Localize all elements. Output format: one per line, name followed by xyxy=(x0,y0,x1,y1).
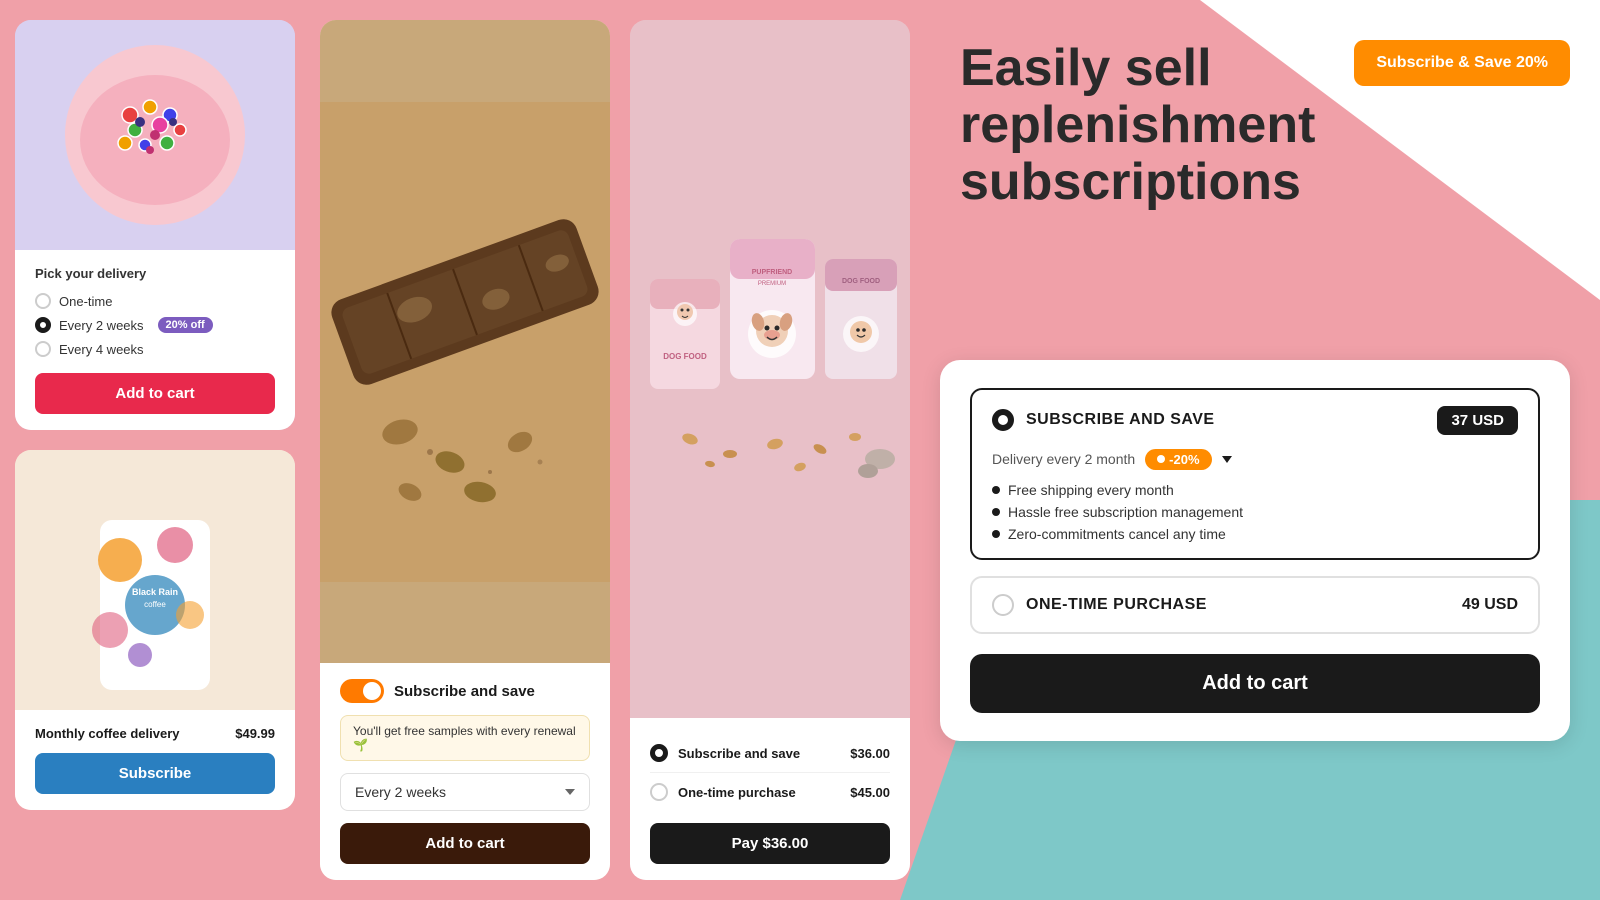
benefit-item-2: Hassle free subscription management xyxy=(992,504,1518,520)
benefit-item-3: Zero-commitments cancel any time xyxy=(992,526,1518,542)
dog-subscribe-label: Subscribe and save xyxy=(678,746,800,761)
hero-title: Easily sell replenishment subscriptions xyxy=(960,40,1400,212)
coffee-subscribe-button[interactable]: Subscribe xyxy=(35,753,275,794)
frequency-label: Every 2 weeks xyxy=(355,784,446,800)
dog-subscribe-radio xyxy=(650,744,668,762)
cereal-product-image xyxy=(15,20,295,250)
dog-food-product-image: DOG FOOD PUPFRIEND PREMIUM xyxy=(630,20,910,718)
dog-pay-button[interactable]: Pay $36.00 xyxy=(650,823,890,864)
card-dog-food: DOG FOOD PUPFRIEND PREMIUM xyxy=(630,20,910,880)
widget-onetime-price: 49 USD xyxy=(1462,596,1518,614)
benefit-dot-1 xyxy=(992,486,1000,494)
right-column: Easily sell replenishment subscriptions … xyxy=(920,0,1600,900)
benefits-list: Free shipping every month Hassle free su… xyxy=(992,482,1518,542)
subscribe-toggle[interactable] xyxy=(340,679,384,703)
widget-subscribe-price: 37 USD xyxy=(1437,406,1518,435)
dog-subscribe-option-left: Subscribe and save xyxy=(650,744,800,762)
coffee-product-image: Black Rain coffee xyxy=(15,450,295,710)
widget-onetime-left: ONE-TIME PURCHASE xyxy=(992,594,1207,616)
cereal-bowl-illustration xyxy=(55,35,255,235)
coffee-product-price: $49.99 xyxy=(235,726,275,741)
dog-food-illustration: DOG FOOD PUPFRIEND PREMIUM xyxy=(630,159,910,579)
svg-text:DOG FOOD: DOG FOOD xyxy=(663,352,707,361)
delivery-options: One-time Every 2 weeks 20% off Every 4 w… xyxy=(35,293,275,357)
svg-text:PUPFRIEND: PUPFRIEND xyxy=(752,269,792,276)
dog-column: DOG FOOD PUPFRIEND PREMIUM xyxy=(620,0,920,900)
coffee-product-name: Monthly coffee delivery xyxy=(35,726,179,741)
widget-onetime-radio xyxy=(992,594,1014,616)
chocolate-product-image xyxy=(320,20,610,663)
toggle-thumb xyxy=(363,682,381,700)
widget-subscribe-left: SUBSCRIBE AND SAVE xyxy=(992,409,1215,431)
discount-badge: -20% xyxy=(1145,449,1211,470)
choc-column: Subscribe and save You'll get free sampl… xyxy=(310,0,620,900)
dog-subscribe-price: $36.00 xyxy=(850,746,890,761)
left-column: Pick your delivery One-time Every 2 week… xyxy=(0,0,310,900)
radio-every-4-weeks[interactable] xyxy=(35,341,51,357)
dog-onetime-price: $45.00 xyxy=(850,785,890,800)
widget-subscribe-header: SUBSCRIBE AND SAVE 37 USD xyxy=(992,406,1518,435)
radio-every-2-weeks[interactable] xyxy=(35,317,51,333)
card-cereal: Pick your delivery One-time Every 2 week… xyxy=(15,20,295,430)
option-one-time[interactable]: One-time xyxy=(35,293,275,309)
hero-section: Easily sell replenishment subscriptions xyxy=(960,40,1400,212)
svg-text:coffee: coffee xyxy=(144,600,166,609)
delivery-heading: Pick your delivery xyxy=(35,266,275,281)
frequency-select[interactable]: Every 2 weeks xyxy=(340,773,590,811)
cereal-card-body: Pick your delivery One-time Every 2 week… xyxy=(15,250,295,430)
dog-card-body: Subscribe and save $36.00 One-time purch… xyxy=(630,718,910,880)
delivery-frequency-row: Delivery every 2 month -20% xyxy=(992,449,1518,470)
choc-card-body: Subscribe and save You'll get free sampl… xyxy=(320,663,610,880)
benefit-item-1: Free shipping every month xyxy=(992,482,1518,498)
svg-text:DOG FOOD: DOG FOOD xyxy=(842,278,880,285)
subscribe-toggle-row[interactable]: Subscribe and save xyxy=(340,679,590,703)
benefit-dot-2 xyxy=(992,508,1000,516)
delivery-frequency-label: Delivery every 2 month xyxy=(992,451,1135,467)
coffee-product-info: Monthly coffee delivery $49.99 xyxy=(35,726,275,741)
svg-text:Black Rain: Black Rain xyxy=(132,587,178,597)
radio-one-time[interactable] xyxy=(35,293,51,309)
dog-onetime-option-left: One-time purchase xyxy=(650,783,796,801)
widget-onetime-option[interactable]: ONE-TIME PURCHASE 49 USD xyxy=(970,576,1540,634)
option-every-2-weeks[interactable]: Every 2 weeks 20% off xyxy=(35,317,275,333)
delivery-chevron-icon[interactable] xyxy=(1222,456,1232,463)
widget-add-to-cart-button[interactable]: Add to cart xyxy=(970,654,1540,713)
subscription-widget: SUBSCRIBE AND SAVE 37 USD Delivery every… xyxy=(940,360,1570,741)
dog-onetime-option[interactable]: One-time purchase $45.00 xyxy=(650,773,890,811)
option-every-4-weeks[interactable]: Every 4 weeks xyxy=(35,341,275,357)
widget-onetime-title: ONE-TIME PURCHASE xyxy=(1026,596,1207,614)
frequency-chevron-icon xyxy=(565,789,575,795)
free-samples-badge: You'll get free samples with every renew… xyxy=(340,715,590,761)
discount-dot xyxy=(1157,455,1165,463)
discount-badge: 20% off xyxy=(158,317,213,333)
choc-add-to-cart-button[interactable]: Add to cart xyxy=(340,823,590,864)
widget-subscribe-title: SUBSCRIBE AND SAVE xyxy=(1026,411,1215,429)
widget-subscribe-option[interactable]: SUBSCRIBE AND SAVE 37 USD Delivery every… xyxy=(970,388,1540,560)
widget-subscribe-radio xyxy=(992,409,1014,431)
benefit-dot-3 xyxy=(992,530,1000,538)
subscribe-save-hero-button[interactable]: Subscribe & Save 20% xyxy=(1354,40,1570,86)
coffee-bag-illustration: Black Rain coffee xyxy=(90,500,220,700)
coffee-card-body: Monthly coffee delivery $49.99 Subscribe xyxy=(15,710,295,810)
card-chocolate: Subscribe and save You'll get free sampl… xyxy=(320,20,610,880)
dog-onetime-label: One-time purchase xyxy=(678,785,796,800)
dog-subscribe-option[interactable]: Subscribe and save $36.00 xyxy=(650,734,890,772)
cereal-add-to-cart-button[interactable]: Add to cart xyxy=(35,373,275,414)
card-coffee: Black Rain coffee Monthly coffee deliver… xyxy=(15,450,295,810)
chocolate-bar-illustration xyxy=(320,102,610,582)
dog-onetime-radio xyxy=(650,783,668,801)
svg-text:PREMIUM: PREMIUM xyxy=(758,281,786,287)
subscribe-toggle-label: Subscribe and save xyxy=(394,683,535,700)
